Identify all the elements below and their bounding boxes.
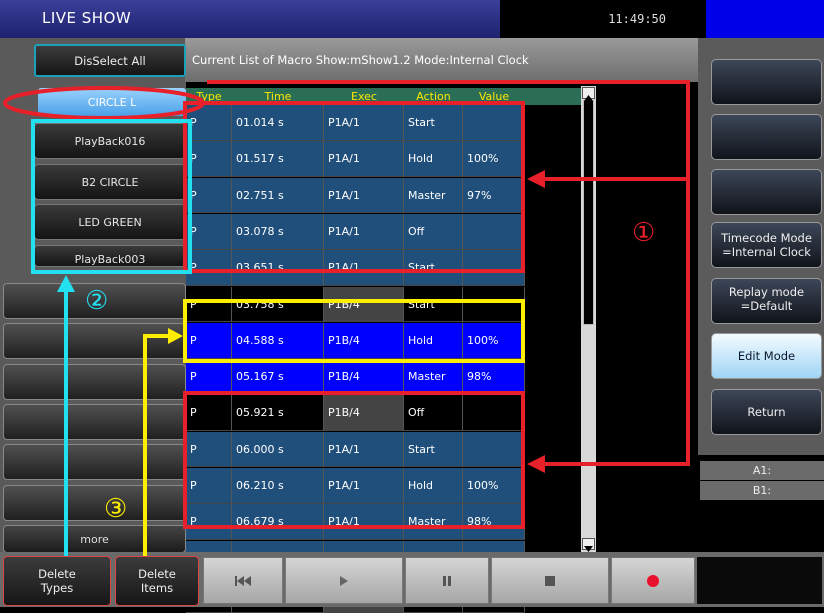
red-arrow-icon (527, 170, 545, 188)
red-box-annotation-2 (183, 391, 525, 529)
cyan-arrow-icon (57, 275, 75, 292)
red-arrow-icon (527, 455, 545, 473)
yellow-box-annotation (183, 299, 525, 363)
yellow-line-annotation (143, 334, 170, 556)
marker-1: ① (632, 218, 656, 248)
yellow-arrow-icon (168, 328, 183, 344)
red-ellipse-annotation (3, 86, 205, 120)
red-box-annotation-1 (183, 101, 525, 273)
marker-3: ③ (104, 494, 128, 524)
cyan-box-annotation (31, 119, 192, 274)
marker-2: ② (85, 286, 109, 316)
